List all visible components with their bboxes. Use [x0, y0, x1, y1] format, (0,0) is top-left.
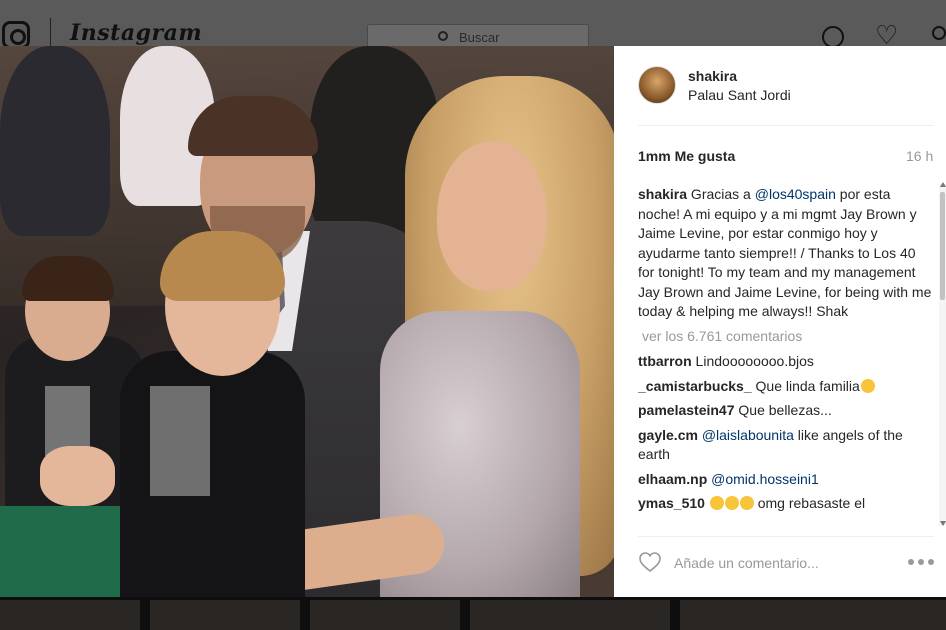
list-item: ttbarron Lindoooooooo.bjos: [638, 352, 934, 372]
avatar[interactable]: [638, 66, 676, 104]
compass-icon[interactable]: [822, 26, 844, 48]
astonished-emoji-icon: [739, 496, 754, 510]
scrollbar-thumb[interactable]: [940, 192, 945, 300]
post-details-panel: shakira Palau Sant Jordi 1mm Me gusta 16…: [614, 46, 946, 597]
comment-username[interactable]: _camistarbucks_: [638, 378, 752, 394]
background-thumbnail: [680, 600, 946, 630]
background-thumbnail: [470, 600, 670, 630]
list-item: gayle.cm @laislabounita like angels of t…: [638, 426, 934, 465]
scroll-down-arrow-icon[interactable]: [940, 521, 946, 526]
post-timestamp[interactable]: 16 h: [906, 148, 933, 164]
heart-eyes-emoji-icon: [860, 378, 875, 393]
younger-boy-jacket: [120, 351, 305, 597]
younger-boy-hand: [40, 446, 115, 506]
post-location[interactable]: Palau Sant Jordi: [688, 87, 791, 103]
logo-divider: [50, 18, 51, 46]
header-divider: [638, 125, 934, 126]
comment-username[interactable]: gayle.cm: [638, 427, 698, 443]
background-thumbnail: [150, 600, 300, 630]
list-item: elhaam.np @omid.hosseini1: [638, 470, 934, 490]
profile-icon[interactable]: [932, 26, 946, 40]
caption-text: Gracias a: [687, 186, 755, 202]
background-thumbnail: [310, 600, 460, 630]
scroll-up-arrow-icon[interactable]: [940, 182, 946, 187]
search-icon: [438, 31, 448, 41]
woman-face: [437, 141, 547, 291]
comment-username[interactable]: elhaam.np: [638, 471, 707, 487]
comment-username[interactable]: ymas_510: [638, 495, 705, 511]
comment-text: Que linda familia: [751, 377, 860, 394]
list-item: ymas_510 omg rebasaste el: [638, 494, 934, 514]
comment-text: Que bellezas...: [734, 402, 832, 418]
view-all-comments-link[interactable]: ver los 6.761 comentarios: [642, 327, 934, 347]
list-item: pamelastein47 Que bellezas...: [638, 401, 934, 421]
instagram-wordmark[interactable]: Instagram: [70, 20, 202, 46]
search-placeholder[interactable]: Buscar: [459, 30, 499, 45]
post-photo: [0, 46, 614, 597]
post-username[interactable]: shakira: [688, 68, 737, 84]
footer-divider: [638, 536, 934, 537]
younger-boy-shirt-print: [150, 386, 210, 496]
astonished-emoji-icon: [724, 496, 739, 510]
activity-heart-icon[interactable]: ♡: [875, 22, 898, 48]
caption-mention[interactable]: @los40spain: [755, 186, 836, 202]
caption: shakira Gracias a @los40spain por esta n…: [638, 185, 934, 322]
top-navigation-bar: Instagram Buscar ♡: [0, 0, 946, 49]
comment-mention[interactable]: @omid.hosseini1: [711, 471, 819, 487]
background-thumbnail: [0, 600, 140, 630]
list-item: _camistarbucks_ Que linda familia: [638, 377, 934, 397]
comment-mention[interactable]: @laislabounita: [702, 427, 794, 443]
instagram-logo-icon[interactable]: [2, 21, 30, 49]
comment-username[interactable]: pamelastein47: [638, 402, 735, 418]
like-heart-icon[interactable]: [638, 550, 662, 574]
comment-text: omg rebasaste el: [753, 495, 866, 511]
comments-list[interactable]: shakira Gracias a @los40spain por esta n…: [638, 185, 934, 527]
comment-username[interactable]: ttbarron: [638, 353, 692, 369]
caption-text: por esta noche! A mi equipo y a mi mgmt …: [638, 186, 932, 319]
more-options-icon[interactable]: [908, 559, 934, 567]
caption-username[interactable]: shakira: [638, 186, 687, 202]
likes-count[interactable]: 1mm Me gusta: [638, 148, 735, 164]
add-comment-input[interactable]: [674, 552, 894, 574]
background-person: [0, 46, 110, 236]
comment-text: Lindoooooooo.bjos: [691, 353, 814, 369]
astonished-emoji-icon: [709, 496, 724, 510]
